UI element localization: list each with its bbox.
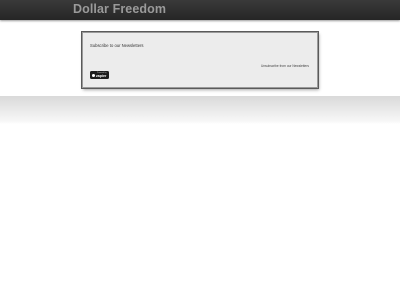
- powered-by-badge[interactable]: Powered by zapier: [90, 71, 109, 79]
- newsletter-card: Subscribe to our Newsletters Unsubscribe…: [82, 32, 318, 88]
- newsletter-heading: Subscribe to our Newsletters: [90, 43, 144, 48]
- unsubscribe-link[interactable]: Unsubscribe from our Newsletters: [261, 64, 309, 68]
- top-bar: Dollar Freedom: [0, 0, 400, 20]
- badge-logo-icon: [91, 73, 96, 78]
- badge-main-text: zapier: [96, 73, 107, 78]
- site-title[interactable]: Dollar Freedom: [73, 2, 166, 16]
- page: Dollar Freedom Subscribe to our Newslett…: [0, 0, 400, 300]
- footer-band: [0, 96, 400, 124]
